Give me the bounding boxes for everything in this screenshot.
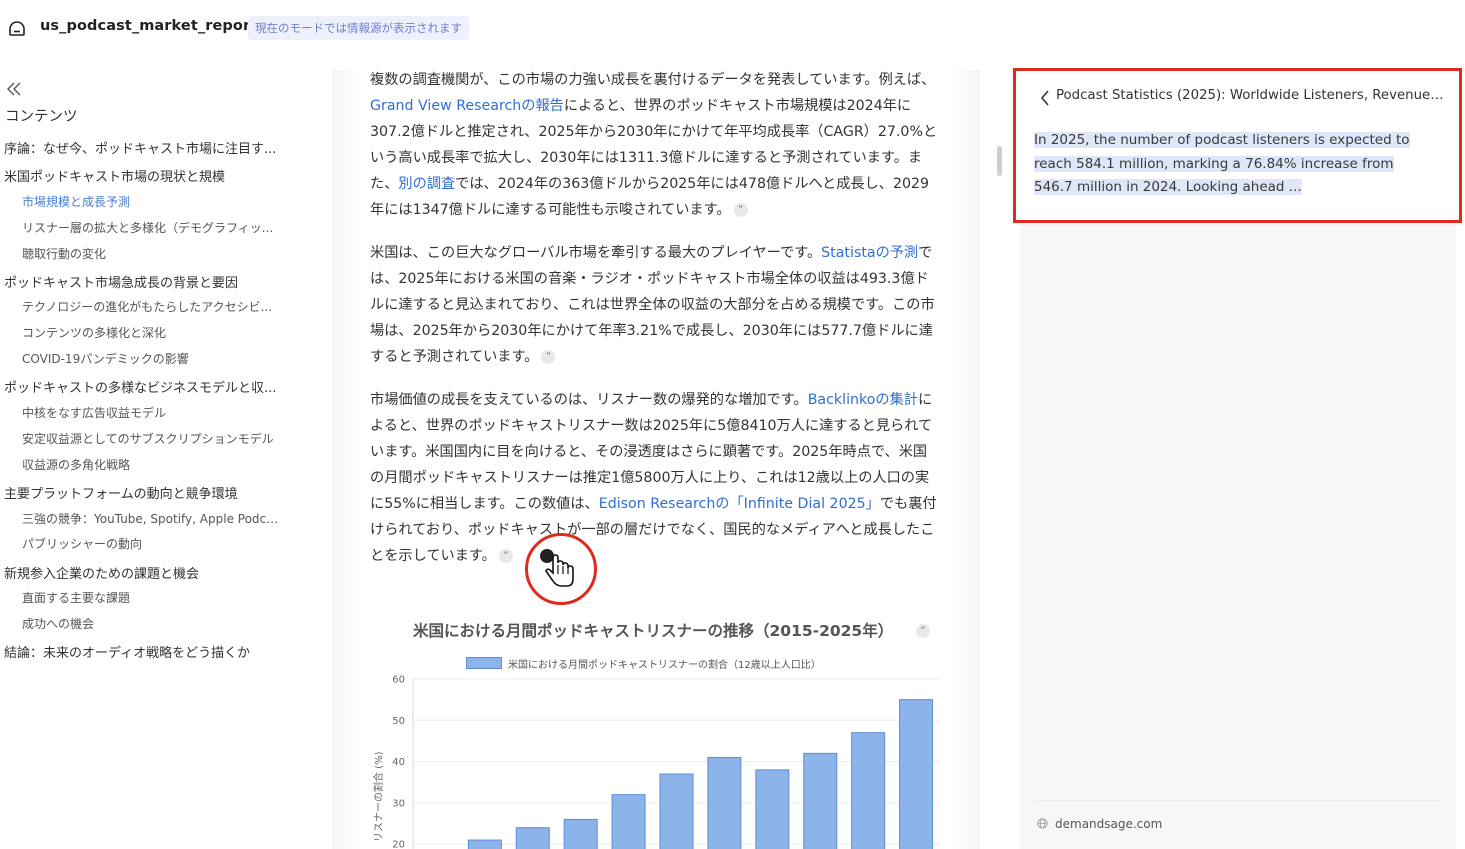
top-bar: us_podcast_market_report 現在のモードでは情報源が表示さ… [0,0,1465,56]
y-tick-label: 20 [392,840,405,849]
toc-item[interactable]: 直面する主要な課題 [22,589,130,606]
y-tick-label: 40 [392,757,405,768]
toc-item[interactable]: 米国ポッドキャスト市場の現状と規模 [4,166,225,185]
link-another-survey[interactable]: 別の調査 [398,176,455,192]
double-chevron-left-icon[interactable] [6,81,22,97]
text-segment: 複数の調査機関が、この市場の力強い成長を裏付けるデータを発表しています。例えば、 [370,72,936,88]
toc-item[interactable]: リスナー層の拡大と多様化（デモグラフィッ... [22,219,273,236]
toc-item[interactable]: 収益源の多角化戦略 [22,456,130,473]
document-icon [9,21,25,36]
toc-item[interactable]: 主要プラットフォームの動向と競争環境 [4,483,238,502]
legend-label: 米国における月間ポッドキャストリスナーの割合（12歳以上人口比） [508,660,821,671]
bar-2024[interactable] [851,732,886,849]
chart-citation-icon[interactable]: ” [916,624,930,638]
chart-title: 米国における月間ポッドキャストリスナーの推移（2015-2025年） [413,622,894,640]
toc-item[interactable]: ポッドキャスト市場急成長の背景と要因 [4,272,238,291]
y-tick-label: 60 [392,675,405,686]
content-gutter-left [332,70,360,849]
toc-item[interactable]: コンテンツの多様化と深化 [22,324,166,341]
citation-icon[interactable]: ” [498,549,513,563]
toc-item[interactable]: 聴取行動の変化 [22,245,106,262]
paragraph-market-size: 複数の調査機関が、この市場の力強い成長を裏付けるデータを発表しています。例えば、… [370,67,940,223]
bar-2021[interactable] [707,756,742,849]
mode-badge: 現在のモードでは情報源が表示されます [248,16,469,40]
listener-bar-chart: 20 30 40 50 60 リスナーの割合 (%) [372,675,940,849]
text-segment: によると、世界のポッドキャストリスナー数は2025年に5億8410万人に達すると… [370,392,933,512]
toc-item[interactable]: 安定収益源としてのサブスクリプションモデル [22,430,274,447]
bar-2020[interactable] [659,773,694,849]
bar-2023[interactable] [803,752,838,849]
toc-item[interactable]: ポッドキャストの多様なビジネスモデルと収... [4,377,276,396]
legend-swatch[interactable] [466,657,502,669]
globe-icon [1037,818,1048,829]
source-domain[interactable]: demandsage.com [1055,817,1162,831]
text-segment: 市場価値の成長を支えているのは、リスナー数の爆発的な増加です。 [370,392,808,408]
text-segment: 米国は、この巨大なグローバル市場を牽引する最大のプレイヤーです。 [370,245,822,261]
toc-item[interactable]: 結論：未来のオーディオ戦略をどう描くか [4,642,250,661]
toc-heading: コンテンツ [5,109,78,125]
bar-2019[interactable] [611,794,646,849]
toc-item[interactable]: テクノロジーの進化がもたらしたアクセシビ... [22,298,272,315]
toc-sidebar: コンテンツ 序論：なぜ今、ポッドキャスト市場に注目す... 米国ポッドキャスト市場… [0,70,332,849]
toc-item[interactable]: 市場規模と成長予測 [22,193,130,210]
link-grand-view-research[interactable]: Grand View Researchの報告 [370,98,564,114]
bar-2025[interactable] [899,699,934,849]
toc-item[interactable]: 中核をなす広告収益モデル [22,404,166,421]
source-footer-divider [1036,800,1440,801]
content-gutter-right [950,70,980,849]
toc-item[interactable]: COVID-19パンデミックの影響 [22,350,189,367]
y-axis-label: リスナーの割合 (%) [372,751,385,842]
toc-item[interactable]: 三強の競争：YouTube, Spotify, Apple Podcasts [22,510,284,527]
document-title[interactable]: us_podcast_market_report [40,18,257,34]
bar-2016[interactable] [467,839,502,849]
link-statista[interactable]: Statistaの予測 [821,245,918,261]
link-edison-research[interactable]: Edison Researchの「Infinite Dial 2025」 [599,496,880,512]
link-backlinko[interactable]: Backlinkoの集計 [808,392,918,408]
toc-item[interactable]: パブリッシャーの動向 [22,535,142,552]
bar-2017[interactable] [515,827,550,849]
citation-icon[interactable]: ” [541,350,556,364]
bar-2022[interactable] [755,769,790,849]
annotation-highlight-box [1013,68,1462,223]
y-tick-label: 30 [392,798,405,809]
paragraph-listeners: 市場価値の成長を支えているのは、リスナー数の爆発的な増加です。Backlinko… [370,387,940,569]
y-tick-label: 50 [392,716,405,727]
toc-item[interactable]: 序論：なぜ今、ポッドキャスト市場に注目す... [4,138,276,157]
toc-item[interactable]: 新規参入企業のための課題と機会 [4,563,199,582]
toc-item[interactable]: 成功への機会 [22,615,94,632]
hand-pointer-icon [540,549,574,587]
scrollbar-thumb[interactable] [997,146,1002,176]
bar-2018[interactable] [563,818,598,849]
text-segment: では、2025年における米国の音楽・ラジオ・ポッドキャスト市場全体の収益は493… [370,245,935,365]
paragraph-us-market: 米国は、この巨大なグローバル市場を牽引する最大のプレイヤーです。Statista… [370,240,940,370]
citation-icon[interactable]: ” [733,203,748,217]
